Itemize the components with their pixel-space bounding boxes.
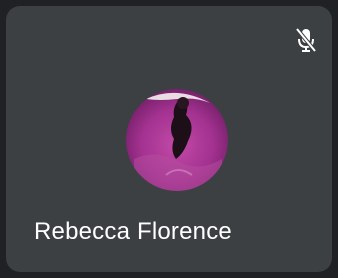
avatar (126, 89, 228, 191)
participant-name: Rebecca Florence (34, 218, 232, 245)
participant-tile[interactable]: Rebecca Florence (6, 6, 332, 272)
microphone-off-icon (292, 26, 320, 54)
